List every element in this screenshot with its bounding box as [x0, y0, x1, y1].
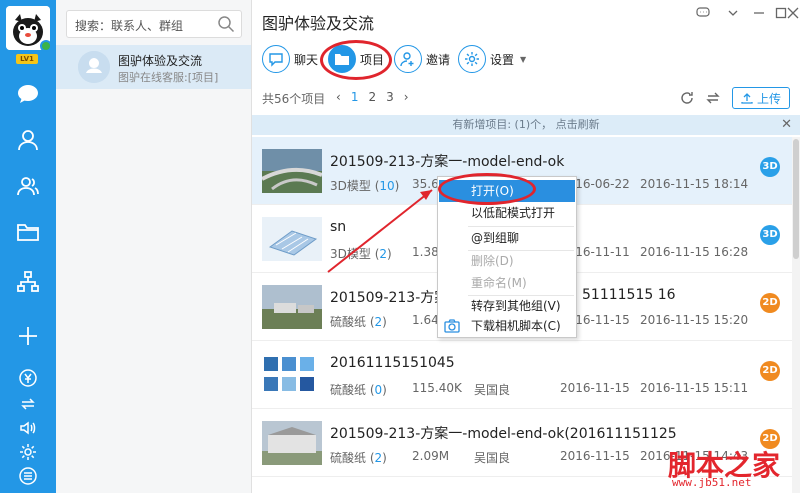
project-thumbnail: [262, 353, 322, 397]
menu-icon[interactable]: [14, 462, 42, 490]
folder-icon[interactable]: [14, 218, 42, 246]
model-3d-badge: 3D: [760, 157, 780, 177]
project-type: 硫酸纸 (2): [330, 315, 387, 329]
search-icon[interactable]: [217, 15, 235, 36]
level-badge: LV1: [16, 54, 38, 64]
group-title: 图驴体验及交流: [118, 54, 203, 68]
menu-open-low[interactable]: 以低配模式打开: [439, 202, 575, 224]
model-3d-badge: 3D: [760, 225, 780, 245]
settings-label: 设置: [490, 52, 515, 67]
search-placeholder: 搜索：联系人、群组: [75, 19, 184, 33]
settings-gear-icon: [458, 45, 486, 73]
settings-button[interactable]: 设置 ▼: [458, 44, 526, 74]
project-type: 硫酸纸 (0): [330, 383, 387, 397]
project-size: 2.09M: [412, 449, 450, 463]
settings-caret-icon: ▼: [520, 54, 527, 64]
camera-script-icon: [444, 319, 460, 336]
online-status-icon: [40, 40, 52, 52]
drawing-2d-badge: 2D: [760, 293, 780, 313]
group-subtitle: 图驴在线客服:[项目]: [118, 71, 219, 84]
project-updated-date: 2016-11-15 16:28: [640, 245, 749, 259]
add-icon[interactable]: [14, 322, 42, 350]
prev-page-icon[interactable]: ‹: [336, 90, 341, 104]
project-updated-date: 2016-11-15 15:11: [640, 381, 749, 395]
invite-label: 邀请: [426, 52, 451, 67]
chat-label: 聊天: [294, 52, 319, 67]
project-updated-date: 2016-11-15 15:20: [640, 313, 749, 327]
project-created-date: 2016-11-15: [560, 449, 630, 463]
project-owner: 吴国良: [474, 451, 511, 465]
page-2[interactable]: 2: [368, 90, 376, 104]
chat-bubble-icon: [262, 45, 290, 73]
new-items-notice[interactable]: 有新增项目: (1)个， 点击刷新 ✕: [252, 115, 800, 135]
project-owner: 吴国良: [474, 383, 511, 397]
list-subbar: 共56个项目 ‹ 1 2 3 › 上传: [252, 85, 800, 111]
search-input[interactable]: 搜索：联系人、群组: [66, 10, 242, 38]
page-title: 图驴体验及交流: [262, 14, 375, 33]
page-1[interactable]: 1: [351, 90, 359, 104]
left-rail: LV1: [0, 0, 56, 493]
project-row[interactable]: 20161115151045 硫酸纸 (0) 115.40K 吴国良 2016-…: [252, 341, 792, 409]
menu-move[interactable]: 转存到其他组(V): [439, 295, 575, 317]
notice-close-icon[interactable]: ✕: [781, 115, 792, 135]
list-scrollbar[interactable]: [792, 137, 800, 493]
org-chart-icon[interactable]: [14, 268, 42, 296]
feedback-icon[interactable]: [696, 6, 710, 20]
project-title-tail: 51111515 16: [582, 287, 676, 303]
project-title: 201509-213-方案一-model-end-ok(201611151125: [330, 426, 677, 442]
next-page-icon[interactable]: ›: [404, 90, 409, 104]
page-3[interactable]: 3: [386, 90, 394, 104]
highlight-ring: [320, 40, 392, 80]
upload-label: 上传: [756, 91, 781, 106]
menu-delete[interactable]: 删除(D): [439, 250, 575, 272]
dropdown-icon[interactable]: [726, 6, 740, 20]
project-title: 201509-213-方案一-model-end-ok: [330, 154, 565, 170]
minimize-icon[interactable]: [752, 6, 766, 20]
project-item-count: 0: [374, 383, 383, 397]
menu-rename[interactable]: 重命名(M): [439, 272, 575, 294]
invite-button[interactable]: 邀请: [394, 44, 450, 74]
watermark-url: www.jb51.net: [672, 476, 752, 489]
project-thumbnail: [262, 421, 322, 465]
menu-at-chat[interactable]: @到组聊: [439, 227, 575, 249]
close-icon[interactable]: [786, 6, 800, 20]
project-size: 115.40K: [412, 381, 462, 395]
refresh-icon[interactable]: [678, 89, 696, 107]
group-list-item[interactable]: 图驴体验及交流 图驴在线客服:[项目]: [56, 45, 251, 89]
notice-text: 有新增项目: (1)个， 点击刷新: [452, 118, 600, 131]
scroll-thumb[interactable]: [793, 139, 799, 259]
contacts-panel: 搜索：联系人、群组 图驴体验及交流 图驴在线客服:[项目]: [56, 0, 252, 493]
chat-icon[interactable]: [14, 80, 42, 108]
switch-icon[interactable]: [704, 89, 722, 107]
project-type: 硫酸纸 (2): [330, 451, 387, 465]
project-thumbnail: [262, 217, 322, 261]
project-item-count: 2: [374, 315, 383, 329]
upload-icon: [741, 93, 753, 104]
upload-button[interactable]: 上传: [732, 87, 790, 109]
project-thumbnail: [262, 285, 322, 329]
drawing-2d-badge: 2D: [760, 361, 780, 381]
project-created-date: 2016-11-15: [560, 381, 630, 395]
annotation-arrow: [327, 189, 433, 273]
group-avatar: [78, 51, 110, 83]
invite-user-icon: [394, 45, 422, 73]
pagination: ‹ 1 2 3 ›: [336, 90, 409, 104]
bill-icon[interactable]: [14, 364, 42, 392]
project-count: 共56个项目: [262, 92, 326, 106]
project-item-count: 2: [374, 451, 383, 465]
contact-icon[interactable]: [14, 126, 42, 154]
project-thumbnail: [262, 149, 322, 193]
project-title: 20161115151045: [330, 355, 455, 371]
group-icon[interactable]: [14, 172, 42, 200]
project-updated-date: 2016-11-15 18:14: [640, 177, 749, 191]
chat-button[interactable]: 聊天: [262, 44, 318, 74]
menu-highlight-ring: [438, 173, 536, 205]
